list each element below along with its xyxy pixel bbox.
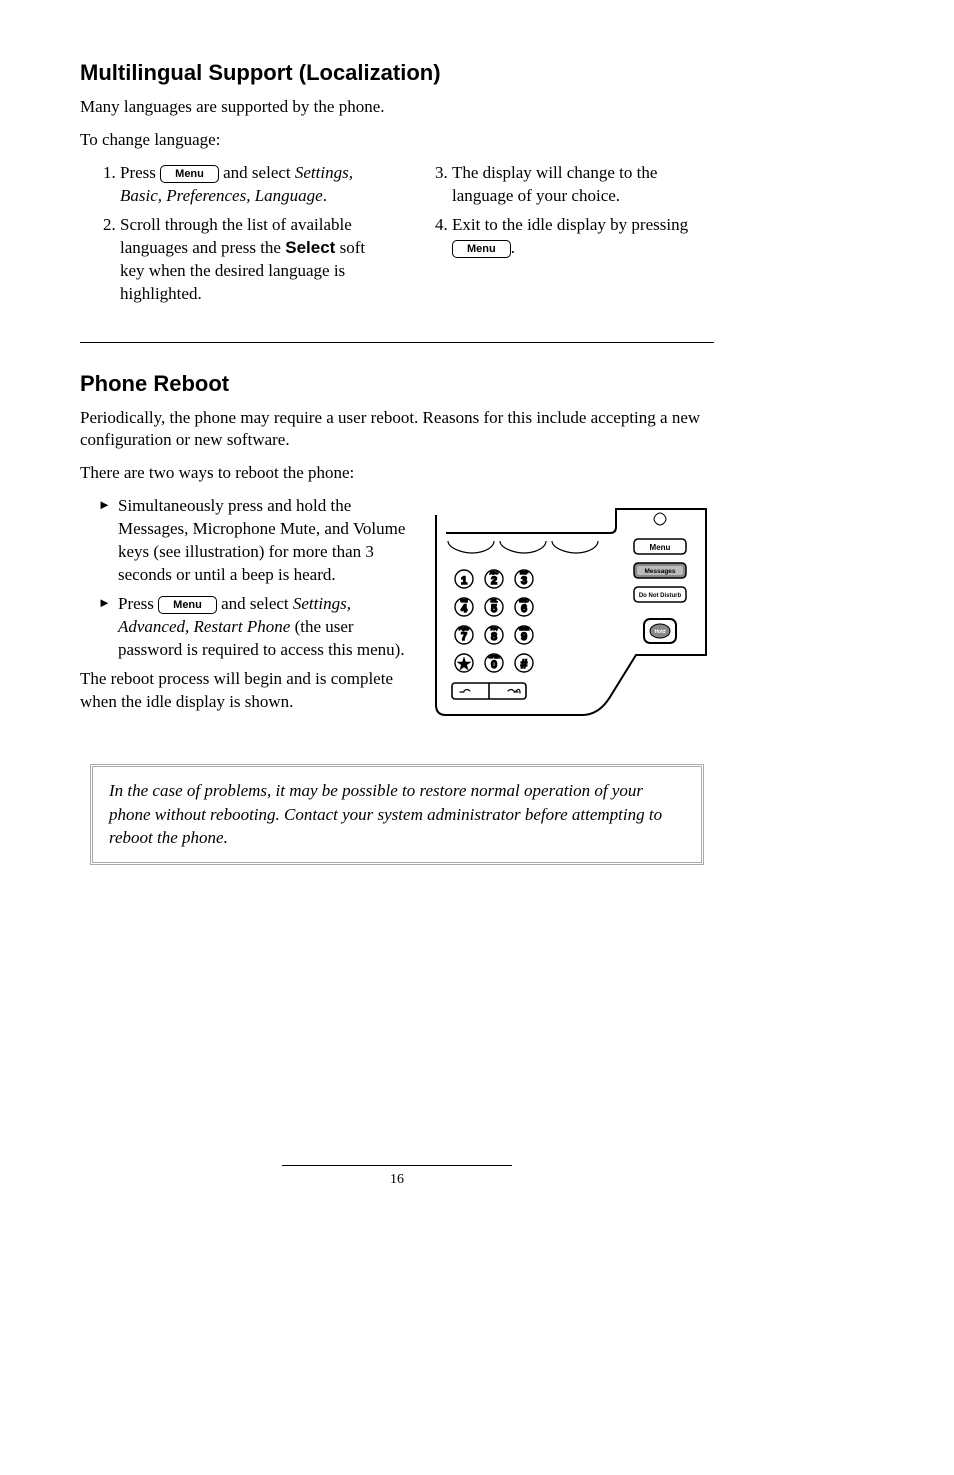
svg-text:6: 6 <box>521 603 527 615</box>
phone-illustration: 1 2ABC 3DEF 4GHI 5JKL 6MNO 7PQRS 8TUV 9W… <box>434 507 714 722</box>
menu-key: Menu <box>158 596 217 614</box>
step-1-post: and select <box>219 163 295 182</box>
menu-key: Menu <box>452 240 511 258</box>
reboot-text-col: Simultaneously press and hold the Messag… <box>80 495 410 723</box>
section-title-reboot: Phone Reboot <box>80 371 714 397</box>
step-1: Press Menu and select Settings, Basic, P… <box>120 162 382 208</box>
svg-text:★: ★ <box>459 657 470 671</box>
step-3: The display will change to the language … <box>452 162 714 208</box>
svg-text:8: 8 <box>491 631 497 643</box>
localization-columns: Press Menu and select Settings, Basic, P… <box>80 162 714 312</box>
svg-text:0: 0 <box>491 659 497 671</box>
svg-text:2: 2 <box>491 575 497 587</box>
reboot-outro: The reboot process will begin and is com… <box>80 668 410 714</box>
section-divider <box>80 342 714 343</box>
page-number: 16 <box>390 1172 404 1187</box>
step-4-tail: . <box>511 238 515 257</box>
reboot-method-2: Press Menu and select Settings, Advanced… <box>104 593 410 662</box>
section-title-localization: Multilingual Support (Localization) <box>80 60 714 86</box>
step-4-pre: Exit to the idle display by pressing <box>452 215 688 234</box>
svg-text:OPER: OPER <box>488 654 499 659</box>
phone-key-hold: Hold <box>654 629 665 635</box>
svg-text:DEF: DEF <box>520 570 529 575</box>
svg-text:7: 7 <box>461 631 467 643</box>
svg-text:JKL: JKL <box>491 598 499 603</box>
select-softkey: Select <box>285 238 335 257</box>
svg-text:ABC: ABC <box>490 570 498 575</box>
step-1-tail: . <box>323 186 327 205</box>
svg-text:3: 3 <box>521 575 527 587</box>
localization-intro: Many languages are supported by the phon… <box>80 96 714 119</box>
svg-text:TUV: TUV <box>490 626 498 631</box>
phone-key-menu: Menu <box>650 543 671 552</box>
svg-text:MNO: MNO <box>519 598 528 603</box>
svg-text:PQRS: PQRS <box>459 627 470 631</box>
change-language-lead: To change language: <box>80 129 714 152</box>
step-4: Exit to the idle display by pressing Men… <box>452 214 714 260</box>
svg-text:#: # <box>521 657 528 671</box>
svg-text:GHI: GHI <box>460 598 467 603</box>
svg-text:9: 9 <box>521 631 527 643</box>
note-box: In the case of problems, it may be possi… <box>90 764 704 865</box>
svg-text:1: 1 <box>461 575 467 587</box>
page-footer: 16 <box>80 1165 714 1188</box>
reboot-intro: Periodically, the phone may require a us… <box>80 407 714 453</box>
reboot-method-1: Simultaneously press and hold the Messag… <box>104 495 410 587</box>
step-1-pre: Press <box>120 163 160 182</box>
svg-text:5: 5 <box>491 603 497 615</box>
phone-key-messages: Messages <box>644 568 675 575</box>
svg-text:WXYZ: WXYZ <box>519 627 530 631</box>
svg-text:4: 4 <box>461 603 468 615</box>
localization-right-col: The display will change to the language … <box>412 162 714 312</box>
step-2: Scroll through the list of available lan… <box>120 214 382 306</box>
phone-key-dnd: Do Not Disturb <box>639 593 682 599</box>
localization-left-col: Press Menu and select Settings, Basic, P… <box>80 162 382 312</box>
rm2-pre: Press <box>118 594 158 613</box>
rm2-post: and select <box>217 594 293 613</box>
reboot-lead: There are two ways to reboot the phone: <box>80 462 714 485</box>
menu-key: Menu <box>160 165 219 183</box>
